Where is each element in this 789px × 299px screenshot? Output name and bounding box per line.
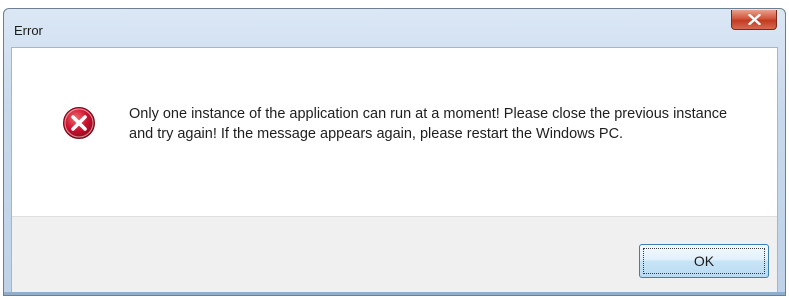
- close-x-icon: [748, 14, 761, 25]
- ok-button[interactable]: OK: [639, 244, 769, 278]
- window-bottom-edge: [4, 292, 785, 295]
- window-title: Error: [14, 23, 43, 38]
- dialog-client-area: Only one instance of the application can…: [11, 47, 778, 295]
- error-dialog-window: Error Only one instance of the applicati…: [3, 8, 786, 296]
- title-bar[interactable]: Error: [4, 9, 785, 47]
- screenshot: Error Only one instance of the applicati…: [0, 0, 789, 299]
- button-bar: OK: [12, 216, 777, 295]
- error-message: Only one instance of the application can…: [129, 106, 728, 142]
- error-icon: [63, 107, 95, 139]
- ok-button-label: OK: [643, 248, 765, 274]
- close-button[interactable]: [731, 10, 777, 30]
- message-area: Only one instance of the application can…: [12, 48, 777, 216]
